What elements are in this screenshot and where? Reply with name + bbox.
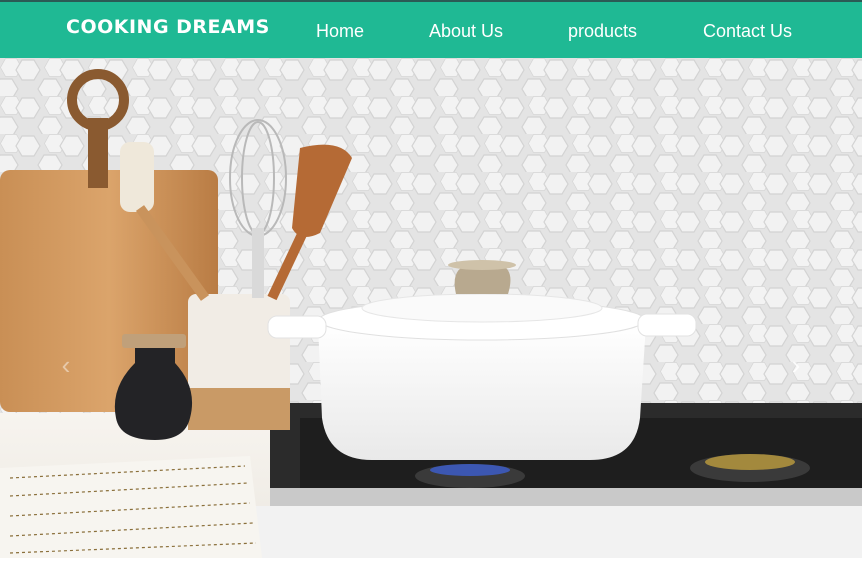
nav-contact-link[interactable]: Contact Us	[703, 21, 792, 42]
chevron-left-icon: ‹	[61, 350, 71, 380]
hero-kitchen-image	[0, 58, 862, 558]
nav-about-link[interactable]: About Us	[429, 21, 503, 42]
carousel-prev-button[interactable]: ‹	[54, 350, 78, 380]
page-bottom-strip	[0, 558, 862, 563]
carousel-next-button[interactable]: ›	[784, 350, 808, 380]
top-navbar: COOKING DREAMS Home About Us products Co…	[0, 0, 862, 58]
nav-products-link[interactable]: products	[568, 21, 637, 42]
nav-home-link[interactable]: Home	[316, 21, 364, 42]
hero-carousel: ‹ ›	[0, 58, 862, 558]
brand-logo[interactable]: COOKING DREAMS	[66, 16, 270, 38]
chevron-right-icon: ›	[791, 350, 801, 380]
